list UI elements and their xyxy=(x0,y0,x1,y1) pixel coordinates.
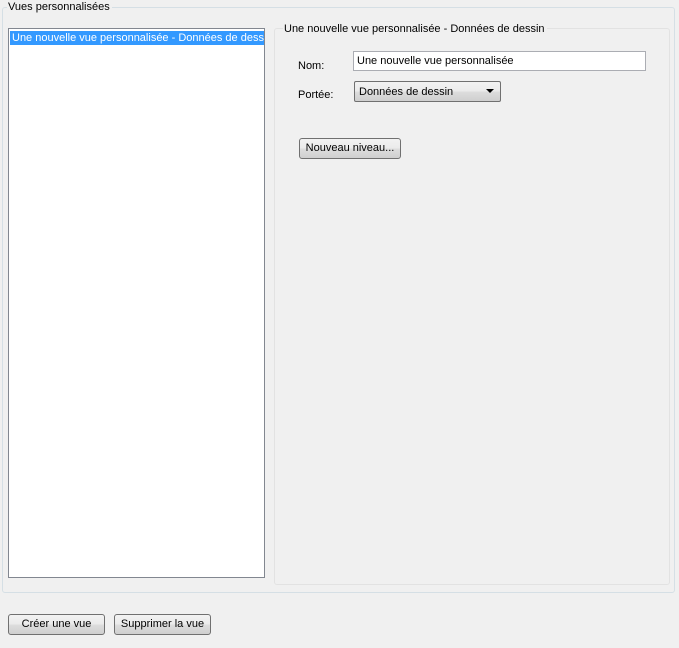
scope-label: Portée: xyxy=(298,89,334,101)
name-label: Nom: xyxy=(298,60,325,72)
create-view-button[interactable]: Créer une vue xyxy=(8,614,105,635)
new-level-button[interactable]: Nouveau niveau... xyxy=(299,138,401,159)
name-field-value: Une nouvelle vue personnalisée xyxy=(357,55,514,67)
custom-views-groupbox-title: Vues personnalisées xyxy=(7,0,112,14)
delete-view-button[interactable]: Supprimer la vue xyxy=(114,614,211,635)
scope-select-value: Données de dessin xyxy=(359,86,454,98)
chevron-down-icon xyxy=(486,89,494,93)
scope-select[interactable]: Données de dessin xyxy=(354,81,501,102)
view-details-panel xyxy=(274,28,670,585)
name-field[interactable]: Une nouvelle vue personnalisée xyxy=(353,51,646,71)
view-details-title: Une nouvelle vue personnalisée - Données… xyxy=(283,22,547,36)
views-listbox[interactable]: Une nouvelle vue personnalisée - Données… xyxy=(8,28,265,578)
list-item[interactable]: Une nouvelle vue personnalisée - Données… xyxy=(10,31,264,45)
